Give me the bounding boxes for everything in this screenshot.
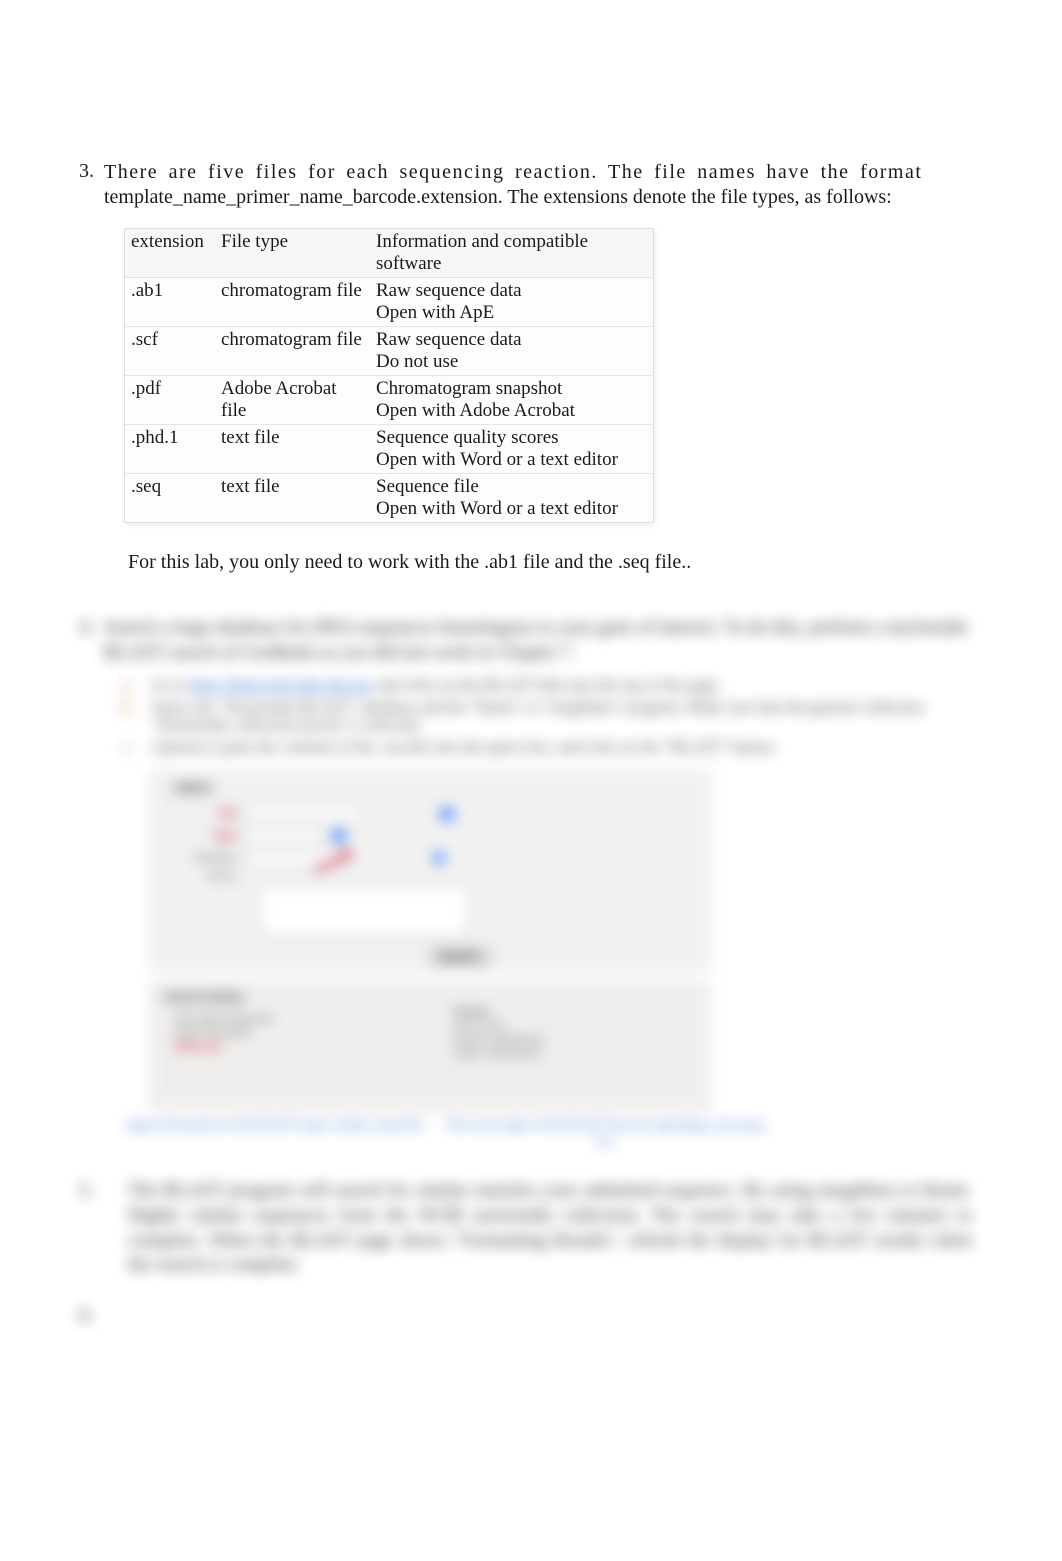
shot2-param: Max target sequences	[175, 1014, 422, 1025]
cell-info-line: Sequence quality scores	[376, 427, 647, 449]
cell-info-line: Open with Word or a text editor	[376, 449, 647, 471]
shot2-right: Results gene: locus protein: hypothetica…	[430, 984, 709, 1110]
shot2-hit: protein: hypothetical	[454, 1035, 701, 1046]
file-types-table: extension File type Information and comp…	[125, 229, 653, 522]
list-number: 4.	[64, 616, 94, 639]
after-table-note: For this lab, you only need to work with…	[128, 551, 982, 574]
document-page: 3. There are five files for each sequenc…	[0, 0, 1062, 1561]
cell-info: Sequence file Open with Word or a text e…	[370, 474, 653, 523]
cell-info: Raw sequence data Do not use	[370, 327, 653, 376]
cell-ftype: chromatogram file	[215, 327, 370, 376]
table-row: .phd.1 text file Sequence quality scores…	[125, 425, 653, 474]
list-item-5: 5. The BLAST program will search for sim…	[64, 1179, 982, 1278]
list-number: 6.	[64, 1304, 94, 1327]
table-row: .scf chromatogram file Raw sequence data…	[125, 327, 653, 376]
cell-info-line: Raw sequence data	[376, 280, 647, 302]
shot2-results-label: Results	[454, 1007, 701, 1018]
shot2-left: Search settings Max target sequences Exp…	[151, 984, 430, 1110]
cell-ftype: Adobe Acrobat file	[215, 376, 370, 425]
sub-list: a. Go to http://blast.ncbi.nlm.nih.gov a…	[70, 677, 982, 757]
cell-info-line: Open with ApE	[376, 302, 647, 324]
shot1-query-label: Query	[165, 870, 237, 882]
list-body: The BLAST program will search for simila…	[118, 1179, 972, 1278]
list-number: 5.	[64, 1179, 94, 1202]
sub-a-post: and click on the BLAST link near the top…	[377, 677, 721, 694]
sub-text: Select the "Nucleotide BLAST" database a…	[152, 699, 982, 735]
cell-ext: .scf	[125, 327, 215, 376]
cell-ext: .seq	[125, 474, 215, 523]
blast-params-screenshot: Search settings Max target sequences Exp…	[150, 983, 710, 1111]
shot2-title: Search settings	[159, 990, 249, 1005]
list-item-3: 3. There are five files for each sequenc…	[64, 160, 982, 608]
table-row: .seq text file Sequence file Open with W…	[125, 474, 653, 523]
cell-ext: .ab1	[125, 278, 215, 327]
caption-left: Upper-left portion of the BLAST input wi…	[110, 1117, 440, 1149]
sub-label: c.	[122, 739, 142, 757]
cell-ftype: text file	[215, 474, 370, 523]
shot1-file-label: File	[165, 808, 237, 820]
intro-line-1: There are five files for each sequencing…	[104, 161, 922, 183]
blast-button[interactable]: BLAST	[431, 948, 490, 966]
locked-content: 4. Search a large database for DNA seque…	[70, 616, 982, 1327]
cell-info: Raw sequence data Open with ApE	[370, 278, 653, 327]
shot1-template-label: Template	[165, 852, 237, 864]
cell-ftype: text file	[215, 425, 370, 474]
table-row: .pdf Adobe Acrobat file Chromatogram sna…	[125, 376, 653, 425]
table-row: .ab1 chromatogram file Raw sequence data…	[125, 278, 653, 327]
cell-info-line: Raw sequence data	[376, 329, 647, 351]
sub-label: b.	[122, 699, 142, 735]
shot1-type-label: Type	[165, 830, 237, 842]
sub-item-a: a. Go to http://blast.ncbi.nlm.nih.gov a…	[122, 677, 982, 695]
cell-info-line: Sequence file	[376, 476, 647, 498]
cell-info: Sequence quality scores Open with Word o…	[370, 425, 653, 474]
sub-text: Go to http://blast.ncbi.nlm.nih.gov and …	[152, 677, 982, 695]
intro-line-2: template_name_primer_name_barcode.extens…	[104, 186, 892, 208]
cell-info: Chromatogram snapshot Open with Adobe Ac…	[370, 376, 653, 425]
cell-info-line: Chromatogram snapshot	[376, 378, 647, 400]
cell-info-line: Do not use	[376, 351, 647, 373]
list-item-6: 6.	[64, 1304, 982, 1327]
sub-label: a.	[122, 677, 142, 695]
list-body: There are five files for each sequencing…	[94, 160, 982, 608]
shot2-hit: gene: locus	[454, 1021, 701, 1032]
screenshot-captions: Upper-left portion of the BLAST input wi…	[110, 1117, 770, 1149]
blast-form-screenshot: blastn File Type Template Query	[150, 771, 710, 971]
blast-link[interactable]: http://blast.ncbi.nlm.nih.gov	[192, 677, 373, 694]
check-icon	[433, 852, 445, 864]
cell-ext: .pdf	[125, 376, 215, 425]
shot2-param: Expect threshold	[175, 1028, 422, 1039]
caption-right: The lower-right of the BLAST form for up…	[440, 1117, 770, 1149]
list-item-4: 4. Search a large database for DNA seque…	[64, 616, 982, 677]
list-body: Search a large database for DNA sequence…	[94, 616, 982, 665]
sub-item-b: b. Select the "Nucleotide BLAST" databas…	[122, 699, 982, 735]
table-header-row: extension File type Information and comp…	[125, 229, 653, 278]
intro-paragraph: There are five files for each sequencing…	[104, 160, 982, 210]
header-extension: extension	[125, 229, 215, 278]
shot1-query-textarea[interactable]	[259, 884, 469, 936]
sub-text: Upload or paste the contents of the .seq…	[152, 739, 982, 757]
shot1-header: blastn	[169, 780, 217, 796]
header-file-type: File type	[215, 229, 370, 278]
cell-info-line: Open with Adobe Acrobat	[376, 400, 647, 422]
checkbox-icon[interactable]	[333, 830, 345, 842]
cell-ext: .phd.1	[125, 425, 215, 474]
header-info: Information and compatible software	[370, 229, 653, 278]
cell-info-line: Open with Word or a text editor	[376, 498, 647, 520]
shot1-type-field[interactable]	[245, 828, 325, 844]
sub-item-c: c. Upload or paste the contents of the .…	[122, 739, 982, 757]
file-types-table-wrap: extension File type Information and comp…	[124, 228, 654, 523]
checkbox-icon[interactable]	[441, 808, 453, 820]
cell-ftype: chromatogram file	[215, 278, 370, 327]
shot2-hit: strain: chromosome	[454, 1049, 701, 1060]
shot1-file-field[interactable]	[245, 806, 365, 822]
list-number: 3.	[64, 160, 94, 183]
sub-a-pre: Go to	[152, 677, 192, 694]
shot2-param: Word size	[175, 1042, 422, 1053]
